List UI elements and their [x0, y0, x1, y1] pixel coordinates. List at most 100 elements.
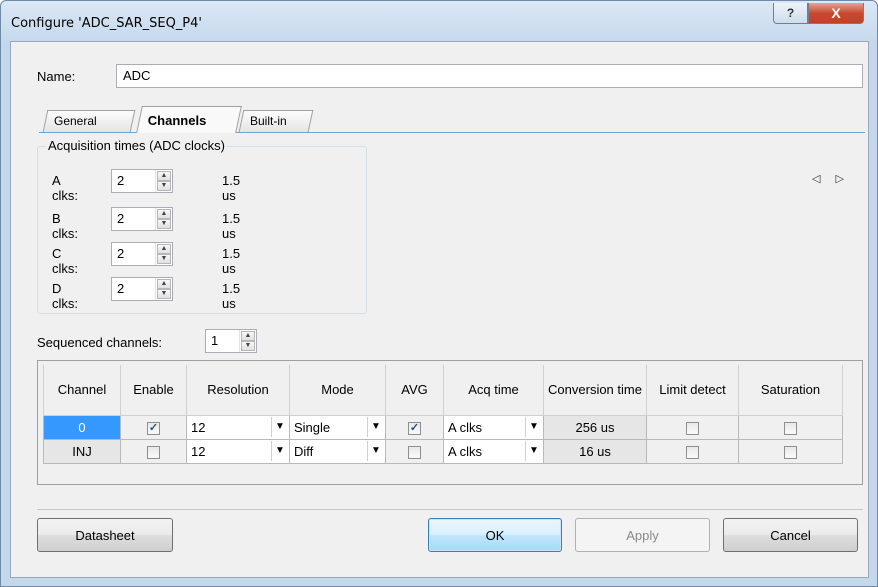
- datasheet-button[interactable]: Datasheet: [37, 518, 173, 552]
- acq-b-spinbox[interactable]: 2 ▲ ▼: [111, 207, 173, 231]
- col-header-enable[interactable]: Enable: [120, 365, 187, 416]
- col-header-saturation[interactable]: Saturation: [738, 365, 843, 416]
- acq-time-cell[interactable]: A clks ▼: [443, 414, 544, 440]
- spin-up-icon[interactable]: ▲: [157, 171, 171, 181]
- spin-up-icon[interactable]: ▲: [157, 209, 171, 219]
- chevron-down-icon[interactable]: ▼: [271, 440, 288, 461]
- dialog-window: Configure 'ADC_SAR_SEQ_P4' ? X Name: ADC…: [0, 0, 878, 587]
- acq-a-spinbox[interactable]: 2 ▲ ▼: [111, 169, 173, 193]
- col-header-limit-detect[interactable]: Limit detect: [646, 365, 739, 416]
- tab-scroll-arrows-icon[interactable]: ◁ ▷: [812, 172, 850, 185]
- saturation-cell[interactable]: [738, 414, 843, 440]
- name-label: Name:: [37, 69, 76, 84]
- acq-label: A clks:: [52, 173, 78, 203]
- acq-c-spinbox[interactable]: 2 ▲ ▼: [111, 242, 173, 266]
- enable-checkbox[interactable]: ✓: [147, 421, 160, 435]
- channel-cell[interactable]: 0: [43, 414, 121, 440]
- spin-up-icon[interactable]: ▲: [157, 279, 171, 289]
- limit-detect-cell[interactable]: [646, 438, 739, 464]
- limit-detect-cell[interactable]: [646, 414, 739, 440]
- avg-cell[interactable]: ✓: [385, 414, 444, 440]
- table-row[interactable]: 0 ✓ 12 ▼ Single ▼ ✓ A clks ▼ 256 us: [43, 414, 843, 440]
- mode-dropdown[interactable]: Single ▼: [290, 415, 385, 439]
- enable-checkbox[interactable]: [147, 445, 160, 459]
- chevron-down-icon[interactable]: ▼: [367, 440, 384, 461]
- dropdown-value: Diff: [294, 443, 314, 459]
- sequenced-channels-label: Sequenced channels:: [37, 335, 163, 350]
- resolution-dropdown[interactable]: 12 ▼: [187, 439, 289, 463]
- spin-value: 2: [117, 211, 125, 226]
- avg-checkbox[interactable]: [408, 445, 421, 459]
- name-input[interactable]: ADC: [116, 64, 863, 88]
- close-icon: X: [831, 5, 841, 21]
- chevron-down-icon[interactable]: ▼: [525, 416, 542, 437]
- cancel-button[interactable]: Cancel: [723, 518, 858, 552]
- ok-button[interactable]: OK: [428, 518, 562, 552]
- acq-label: B clks:: [52, 211, 78, 241]
- spin-value: 2: [117, 246, 125, 261]
- window-title: Configure 'ADC_SAR_SEQ_P4': [11, 16, 202, 31]
- chevron-down-icon[interactable]: ▼: [525, 440, 542, 461]
- table-row[interactable]: INJ 12 ▼ Diff ▼ A clks ▼ 16 us: [43, 438, 843, 464]
- col-header-mode[interactable]: Mode: [289, 365, 386, 416]
- limit-detect-checkbox[interactable]: [686, 421, 699, 435]
- title-bar[interactable]: Configure 'ADC_SAR_SEQ_P4' ? X: [1, 1, 877, 41]
- col-header-avg[interactable]: AVG: [385, 365, 444, 416]
- resolution-cell[interactable]: 12 ▼: [186, 414, 290, 440]
- acq-time-cell[interactable]: A clks ▼: [443, 438, 544, 464]
- tab-channels[interactable]: Channels: [136, 106, 242, 133]
- spin-up-icon[interactable]: ▲: [241, 331, 255, 341]
- acq-label: C clks:: [52, 246, 78, 276]
- spin-down-icon[interactable]: ▼: [241, 341, 255, 351]
- close-button[interactable]: X: [808, 3, 864, 24]
- spin-value: 1: [211, 333, 219, 348]
- col-header-conversion-time[interactable]: Conversion time: [543, 365, 647, 416]
- dropdown-value: Single: [294, 419, 331, 435]
- avg-checkbox[interactable]: ✓: [408, 421, 421, 435]
- chevron-down-icon[interactable]: ▼: [367, 416, 384, 437]
- conversion-time-cell: 16 us: [543, 438, 647, 464]
- acq-label: D clks:: [52, 281, 78, 311]
- dialog-client-area: Name: ADC General Channels Built-in ◁ ▷ …: [10, 41, 869, 578]
- spin-value: 2: [117, 281, 125, 296]
- spin-down-icon[interactable]: ▼: [157, 254, 171, 264]
- col-header-channel[interactable]: Channel: [43, 365, 121, 416]
- channels-grid: Channel Enable Resolution Mode AVG Acq t…: [37, 360, 863, 485]
- dropdown-value: 12: [191, 443, 206, 459]
- tab-general[interactable]: General: [42, 110, 136, 132]
- acq-time-dropdown[interactable]: A clks ▼: [444, 415, 543, 439]
- channel-cell[interactable]: INJ: [43, 438, 121, 464]
- limit-detect-checkbox[interactable]: [686, 445, 699, 459]
- sequenced-channels-spinbox[interactable]: 1 ▲ ▼: [205, 329, 257, 353]
- acquisition-times-group: Acquisition times (ADC clocks) A clks: 2…: [37, 138, 367, 314]
- acquisition-legend: Acquisition times (ADC clocks): [46, 138, 227, 153]
- acq-time-value: 1.5 us: [222, 281, 241, 311]
- mode-cell[interactable]: Single ▼: [289, 414, 386, 440]
- col-header-resolution[interactable]: Resolution: [186, 365, 290, 416]
- saturation-checkbox[interactable]: [784, 421, 797, 435]
- col-header-acq-time[interactable]: Acq time: [443, 365, 544, 416]
- spin-down-icon[interactable]: ▼: [157, 181, 171, 191]
- spin-down-icon[interactable]: ▼: [157, 289, 171, 299]
- tab-built-in[interactable]: Built-in: [238, 110, 314, 132]
- enable-cell[interactable]: [120, 438, 187, 464]
- resolution-cell[interactable]: 12 ▼: [186, 438, 290, 464]
- avg-cell[interactable]: [385, 438, 444, 464]
- help-button[interactable]: ?: [773, 3, 808, 24]
- spin-up-icon[interactable]: ▲: [157, 244, 171, 254]
- saturation-checkbox[interactable]: [784, 445, 797, 459]
- acq-d-spinbox[interactable]: 2 ▲ ▼: [111, 277, 173, 301]
- chevron-down-icon[interactable]: ▼: [271, 416, 288, 437]
- acq-time-value: 1.5 us: [222, 211, 241, 241]
- acq-time-dropdown[interactable]: A clks ▼: [444, 439, 543, 463]
- enable-cell[interactable]: ✓: [120, 414, 187, 440]
- resolution-dropdown[interactable]: 12 ▼: [187, 415, 289, 439]
- apply-button[interactable]: Apply: [575, 518, 710, 552]
- spin-down-icon[interactable]: ▼: [157, 219, 171, 229]
- mode-dropdown[interactable]: Diff ▼: [290, 439, 385, 463]
- tab-label: General: [54, 114, 97, 128]
- tab-strip: General Channels Built-in ◁ ▷: [11, 104, 868, 185]
- mode-cell[interactable]: Diff ▼: [289, 438, 386, 464]
- saturation-cell[interactable]: [738, 438, 843, 464]
- dropdown-value: A clks: [448, 443, 482, 459]
